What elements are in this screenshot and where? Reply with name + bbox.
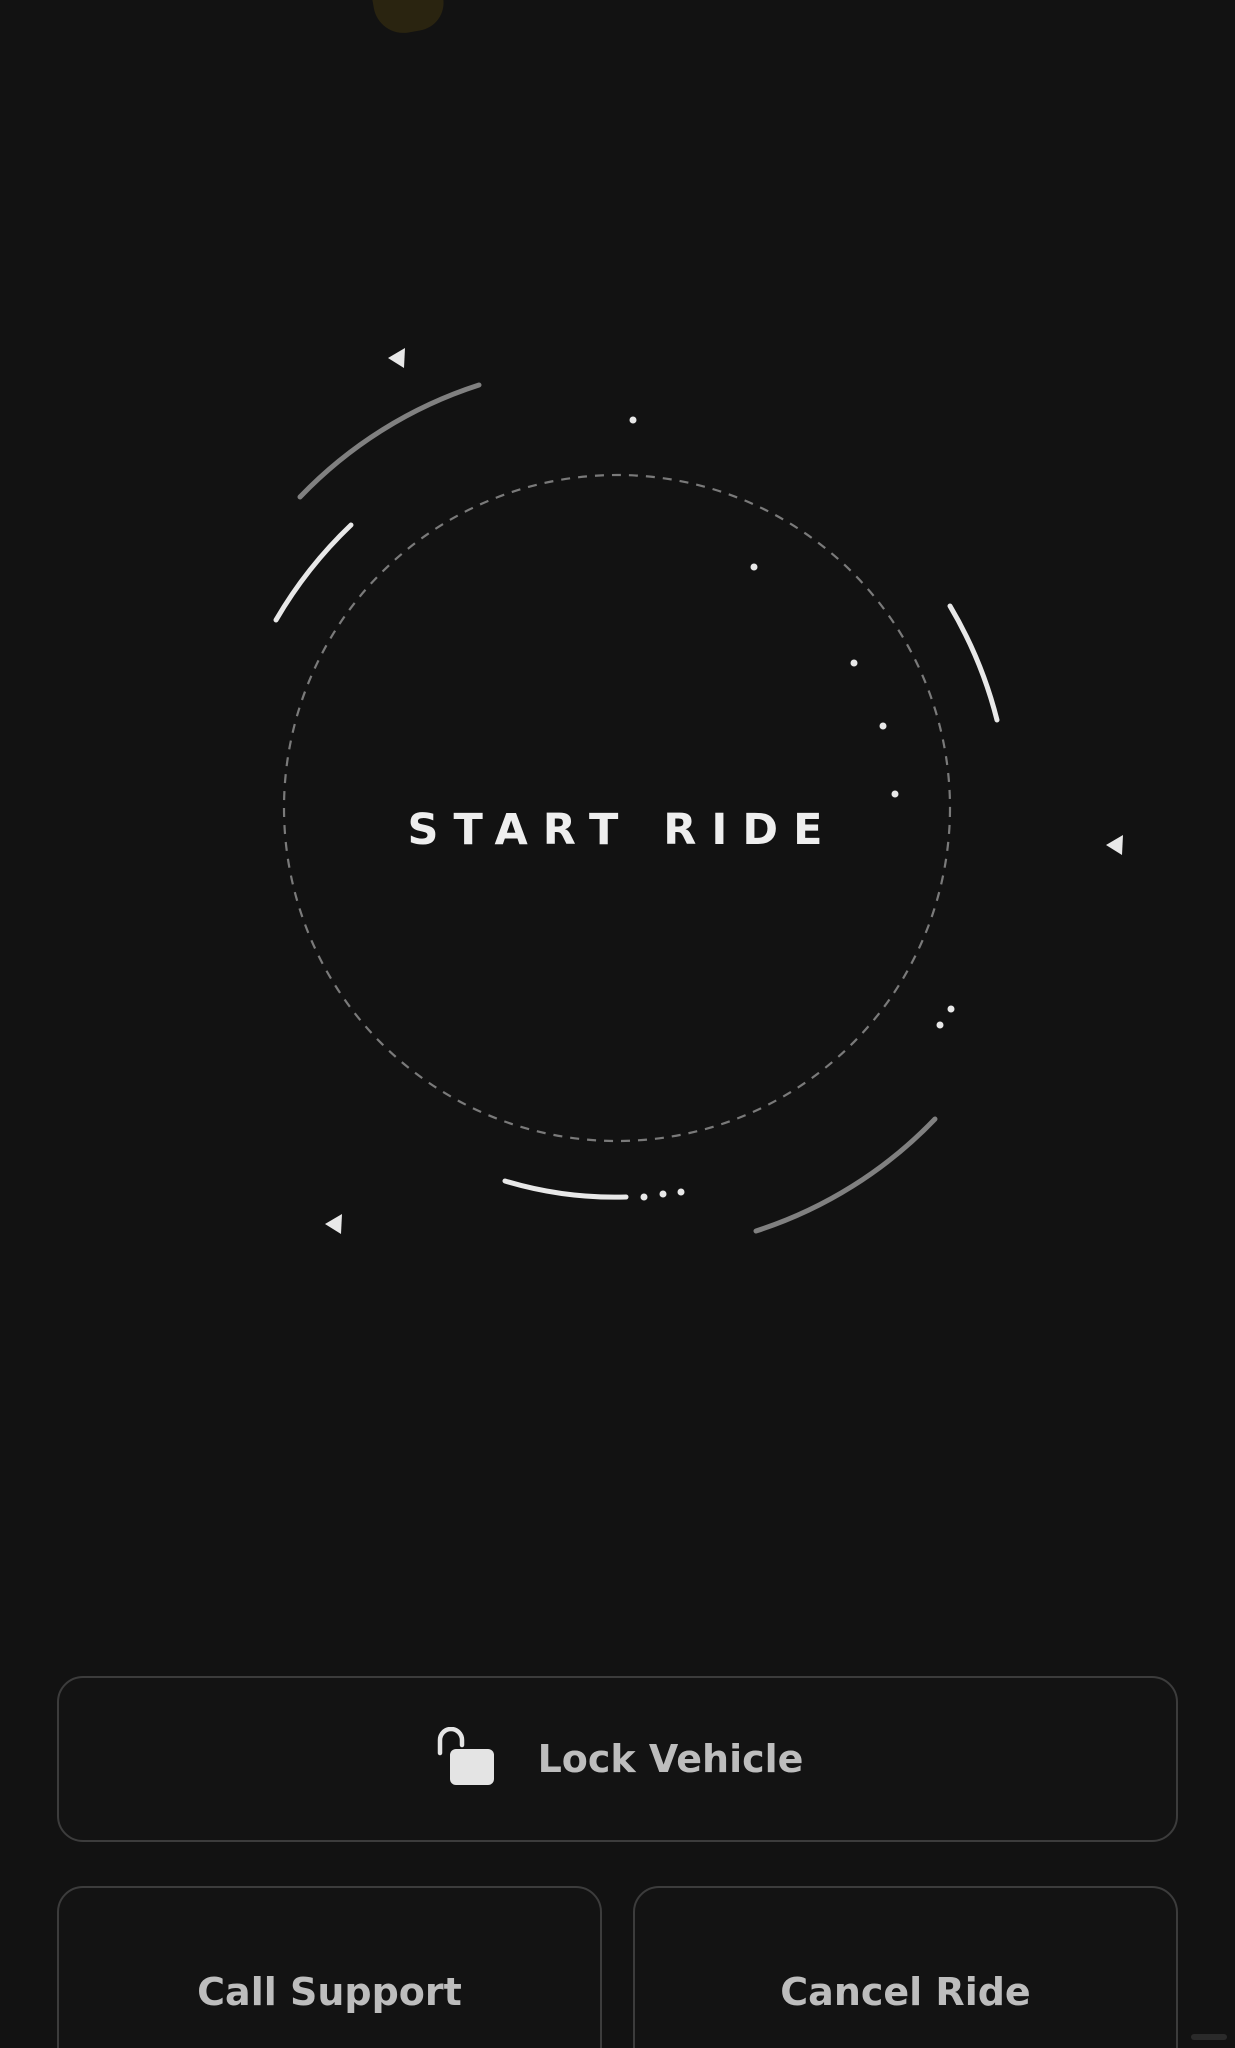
lock-vehicle-button[interactable]: Lock Vehicle [57, 1676, 1178, 1842]
dial-dot [936, 1021, 944, 1029]
dial-triangle [325, 1214, 342, 1234]
cancel-ride-button[interactable]: Cancel Ride [633, 1886, 1178, 2048]
unlocked-padlock-icon [437, 1727, 494, 1785]
dial-dot [677, 1188, 685, 1196]
cancel-ride-label: Cancel Ride [780, 1970, 1031, 2014]
dial-dot [659, 1190, 667, 1198]
dial-arc-bottom-right-dim [753, 1116, 938, 1234]
call-support-button[interactable]: Call Support [57, 1886, 602, 2048]
dial-arc-right-bright [947, 603, 1000, 723]
ride-screen: START RIDE Lock Vehicle Call Support Can… [0, 0, 1235, 2048]
dial-arc-bottom-bright [502, 1178, 629, 1200]
dial-decoration [273, 348, 1123, 1234]
start-ride-button[interactable]: START RIDE [318, 770, 918, 890]
dial-dot [947, 1005, 955, 1013]
dial-dot [879, 722, 887, 730]
dial-dot [640, 1193, 648, 1201]
dial-dot [629, 416, 637, 424]
corner-watermark [1191, 2034, 1227, 2040]
call-support-label: Call Support [197, 1970, 462, 2014]
start-ride-dial: START RIDE [0, 0, 1235, 1300]
dial-triangle [1106, 835, 1123, 855]
dial-triangle [388, 348, 405, 368]
dial-dot [850, 659, 858, 667]
dial-arc-left-bright [273, 522, 354, 623]
dial-dot [750, 563, 758, 571]
lock-vehicle-label: Lock Vehicle [537, 1737, 804, 1781]
dial-arc-top-left-dim [297, 382, 482, 500]
